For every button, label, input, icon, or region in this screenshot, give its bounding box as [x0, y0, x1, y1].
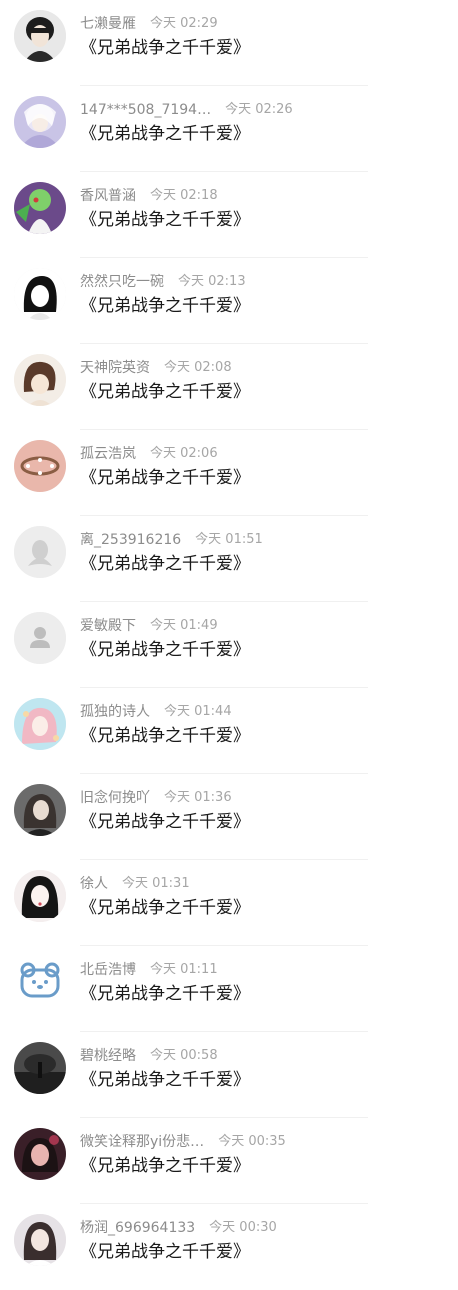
avatar[interactable] — [14, 526, 66, 578]
user-name[interactable]: 天神院英资 — [80, 358, 150, 378]
avatar[interactable] — [14, 354, 66, 406]
message-text: 《兄弟战争之千千爱》 — [80, 726, 250, 746]
user-name[interactable]: 旧念何挽吖 — [80, 788, 150, 808]
list-item[interactable]: 147***508_7194… 今天 02:26 《兄弟战争之千千爱》 — [0, 86, 458, 172]
timestamp: 今天 02:18 — [150, 188, 218, 203]
user-name[interactable]: 碧桃经略 — [80, 1046, 136, 1066]
message-text: 《兄弟战争之千千爱》 — [80, 554, 250, 574]
avatar[interactable] — [14, 870, 66, 922]
avatar[interactable] — [14, 440, 66, 492]
list-item[interactable]: 天神院英资 今天 02:08 《兄弟战争之千千爱》 — [0, 344, 458, 430]
user-name[interactable]: 孤云浩岚 — [80, 444, 136, 464]
timestamp: 今天 01:49 — [150, 618, 218, 633]
message-text: 《兄弟战争之千千爱》 — [80, 1242, 250, 1262]
timestamp: 今天 02:13 — [178, 274, 246, 289]
message-text: 《兄弟战争之千千爱》 — [80, 296, 250, 316]
list-item[interactable]: 徐人 今天 01:31 《兄弟战争之千千爱》 — [0, 860, 458, 946]
avatar[interactable] — [14, 784, 66, 836]
comment-meta: 杨润_696964133 今天 00:30 — [80, 1218, 440, 1238]
comment-meta: 碧桃经略 今天 00:58 — [80, 1046, 440, 1066]
avatar[interactable] — [14, 612, 66, 664]
message-text: 《兄弟战争之千千爱》 — [80, 1070, 250, 1090]
list-item[interactable]: 香风普涵 今天 02:18 《兄弟战争之千千爱》 — [0, 172, 458, 258]
avatar[interactable] — [14, 698, 66, 750]
timestamp: 今天 02:08 — [164, 360, 232, 375]
user-name[interactable]: 离_253916216 — [80, 530, 181, 550]
timestamp: 今天 01:31 — [122, 876, 190, 891]
comment-meta: 孤云浩岚 今天 02:06 — [80, 444, 440, 464]
user-name[interactable]: 然然只吃一碗 — [80, 272, 164, 292]
comment-meta: 旧念何挽吖 今天 01:36 — [80, 788, 440, 808]
comment-meta: 七濑曼雁 今天 02:29 — [80, 14, 440, 34]
comment-meta: 爱敏殿下 今天 01:49 — [80, 616, 440, 636]
comment-meta: 香风普涵 今天 02:18 — [80, 186, 440, 206]
timestamp: 今天 01:44 — [164, 704, 232, 719]
avatar[interactable] — [14, 1214, 66, 1266]
message-text: 《兄弟战争之千千爱》 — [80, 38, 250, 58]
message-text: 《兄弟战争之千千爱》 — [80, 210, 250, 230]
timestamp: 今天 00:58 — [150, 1048, 218, 1063]
message-text: 《兄弟战争之千千爱》 — [80, 640, 250, 660]
comment-meta: 微笑诠释那yi份悲… 今天 00:35 — [80, 1132, 440, 1152]
comment-list: 七濑曼雁 今天 02:29 《兄弟战争之千千爱》 147***508_7194… 今… — [0, 0, 458, 1280]
timestamp: 今天 02:26 — [225, 102, 293, 117]
list-item[interactable]: 七濑曼雁 今天 02:29 《兄弟战争之千千爱》 — [0, 0, 458, 86]
message-text: 《兄弟战争之千千爱》 — [80, 1156, 250, 1176]
avatar[interactable] — [14, 182, 66, 234]
timestamp: 今天 00:35 — [218, 1134, 286, 1149]
timestamp: 今天 02:06 — [150, 446, 218, 461]
timestamp: 今天 01:36 — [164, 790, 232, 805]
list-item[interactable]: 孤独的诗人 今天 01:44 《兄弟战争之千千爱》 — [0, 688, 458, 774]
avatar[interactable] — [14, 1042, 66, 1094]
list-item[interactable]: 北岳浩博 今天 01:11 《兄弟战争之千千爱》 — [0, 946, 458, 1032]
user-name[interactable]: 孤独的诗人 — [80, 702, 150, 722]
user-name[interactable]: 徐人 — [80, 874, 108, 894]
message-text: 《兄弟战争之千千爱》 — [80, 382, 250, 402]
message-text: 《兄弟战争之千千爱》 — [80, 468, 250, 488]
timestamp: 今天 02:29 — [150, 16, 218, 31]
avatar[interactable] — [14, 268, 66, 320]
timestamp: 今天 01:51 — [195, 532, 263, 547]
user-name[interactable]: 微笑诠释那yi份悲… — [80, 1132, 204, 1152]
comment-meta: 北岳浩博 今天 01:11 — [80, 960, 440, 980]
list-item[interactable]: 然然只吃一碗 今天 02:13 《兄弟战争之千千爱》 — [0, 258, 458, 344]
user-name[interactable]: 七濑曼雁 — [80, 14, 136, 34]
avatar[interactable] — [14, 1128, 66, 1180]
comment-meta: 天神院英资 今天 02:08 — [80, 358, 440, 378]
avatar[interactable] — [14, 956, 66, 1008]
message-text: 《兄弟战争之千千爱》 — [80, 812, 250, 832]
comment-meta: 147***508_7194… 今天 02:26 — [80, 100, 440, 120]
user-name[interactable]: 杨润_696964133 — [80, 1218, 195, 1238]
user-name[interactable]: 147***508_7194… — [80, 100, 211, 120]
avatar[interactable] — [14, 10, 66, 62]
comment-meta: 徐人 今天 01:31 — [80, 874, 440, 894]
message-text: 《兄弟战争之千千爱》 — [80, 124, 250, 144]
comment-meta: 孤独的诗人 今天 01:44 — [80, 702, 440, 722]
list-item[interactable]: 碧桃经略 今天 00:58 《兄弟战争之千千爱》 — [0, 1032, 458, 1118]
user-name[interactable]: 香风普涵 — [80, 186, 136, 206]
comment-meta: 然然只吃一碗 今天 02:13 — [80, 272, 440, 292]
user-name[interactable]: 北岳浩博 — [80, 960, 136, 980]
list-item[interactable]: 微笑诠释那yi份悲… 今天 00:35 《兄弟战争之千千爱》 — [0, 1118, 458, 1204]
timestamp: 今天 01:11 — [150, 962, 218, 977]
message-text: 《兄弟战争之千千爱》 — [80, 984, 250, 1004]
list-item[interactable]: 爱敏殿下 今天 01:49 《兄弟战争之千千爱》 — [0, 602, 458, 688]
comment-meta: 离_253916216 今天 01:51 — [80, 530, 440, 550]
list-item[interactable]: 孤云浩岚 今天 02:06 《兄弟战争之千千爱》 — [0, 430, 458, 516]
list-item[interactable]: 杨润_696964133 今天 00:30 《兄弟战争之千千爱》 — [0, 1204, 458, 1290]
avatar[interactable] — [14, 96, 66, 148]
user-name[interactable]: 爱敏殿下 — [80, 616, 136, 636]
list-item[interactable]: 旧念何挽吖 今天 01:36 《兄弟战争之千千爱》 — [0, 774, 458, 860]
list-item[interactable]: 离_253916216 今天 01:51 《兄弟战争之千千爱》 — [0, 516, 458, 602]
timestamp: 今天 00:30 — [209, 1220, 277, 1235]
message-text: 《兄弟战争之千千爱》 — [80, 898, 250, 918]
